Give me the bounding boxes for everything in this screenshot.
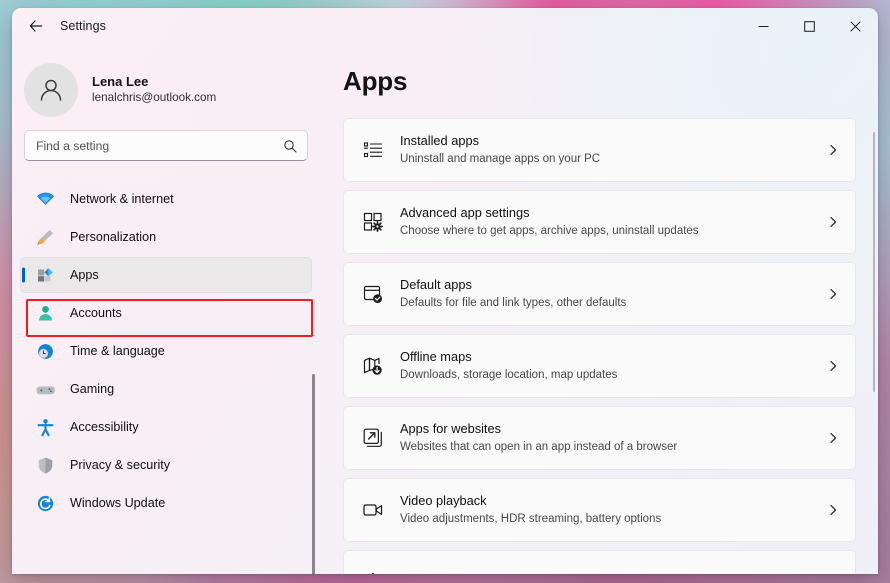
card-advanced-app-settings[interactable]: Advanced app settings Choose where to ge… (343, 190, 856, 254)
sidebar-item-label: Accessibility (70, 420, 139, 434)
apps-icon (34, 265, 56, 285)
time-language-clock-icon (34, 341, 56, 361)
card-apps-for-websites[interactable]: Apps for websites Websites that can open… (343, 406, 856, 470)
sidebar-item-label: Gaming (70, 382, 115, 396)
minimize-button[interactable] (740, 8, 786, 44)
network-wifi-icon (34, 189, 56, 209)
card-subtitle: Websites that can open in an app instead… (400, 440, 678, 453)
sidebar-item-personalization[interactable]: Personalization (20, 219, 312, 255)
page-title: Apps (343, 66, 408, 96)
sidebar-item-apps[interactable]: Apps (20, 257, 312, 293)
sidebar-item-label: Time & language (70, 344, 165, 358)
avatar (24, 63, 78, 117)
sidebar: Lena Lee lenalchris@outlook.com Find a s… (12, 44, 320, 574)
card-subtitle: Downloads, storage location, map updates (400, 368, 618, 381)
window-title: Settings (60, 19, 106, 33)
sidebar-item-network-internet[interactable]: Network & internet (20, 181, 312, 217)
video-playback-camera-icon (360, 497, 386, 523)
main-content: Apps Installed apps Uninstall and manage… (320, 44, 878, 574)
search-icon[interactable] (280, 136, 300, 156)
search-container (12, 114, 320, 161)
sidebar-scrollbar[interactable] (312, 374, 315, 574)
person-avatar-icon (40, 79, 62, 101)
card-title: Installed apps (400, 133, 479, 149)
sidebar-item-label: Apps (70, 268, 99, 282)
chevron-right-icon[interactable] (827, 216, 839, 228)
advanced-app-settings-gear-icon (360, 209, 386, 235)
card-title: Video playback (400, 493, 487, 509)
chevron-right-icon[interactable] (827, 144, 839, 156)
card-subtitle: Uninstall and manage apps on your PC (400, 152, 601, 165)
gaming-controller-icon (34, 379, 56, 399)
profile-email: lenalchris@outlook.com (92, 91, 217, 105)
maximize-button[interactable] (786, 8, 832, 44)
maximize-icon (803, 20, 815, 32)
sidebar-item-label: Privacy & security (70, 458, 171, 472)
settings-window: Settings Lena Lee lenalchris@outlook.com… (12, 8, 878, 574)
card-default-apps[interactable]: Default apps Defaults for file and link … (343, 262, 856, 326)
card-video-playback[interactable]: Video playback Video adjustments, HDR st… (343, 478, 856, 542)
chevron-right-icon[interactable] (827, 360, 839, 372)
personalization-brush-icon (34, 227, 56, 247)
sidebar-item-gaming[interactable]: Gaming (20, 371, 312, 407)
accounts-person-icon (34, 303, 56, 323)
card-installed-apps[interactable]: Installed apps Uninstall and manage apps… (343, 118, 856, 182)
sidebar-item-label: Network & internet (70, 192, 174, 206)
apps-for-websites-external-link-icon (360, 425, 386, 451)
privacy-shield-icon (34, 455, 56, 475)
windows-update-refresh-icon (34, 493, 56, 513)
minimize-icon (758, 25, 768, 27)
navigation-list-viewport: Bluetooth & devices Network & internet (12, 171, 320, 571)
sidebar-item-label: Accounts (70, 306, 122, 320)
card-offline-maps[interactable]: Offline maps Downloads, storage location… (343, 334, 856, 398)
offline-maps-download-icon (360, 353, 386, 379)
chevron-right-icon[interactable] (827, 504, 839, 516)
sidebar-item-label: Windows Update (70, 496, 166, 510)
sidebar-item-privacy-security[interactable]: Privacy & security (20, 447, 312, 483)
installed-apps-list-icon (360, 137, 386, 163)
user-profile[interactable]: Lena Lee lenalchris@outlook.com (12, 44, 320, 117)
sidebar-item-label: Personalization (70, 230, 157, 244)
sidebar-item-bluetooth-devices[interactable]: Bluetooth & devices (20, 171, 312, 179)
window-controls (740, 8, 878, 44)
chevron-right-icon[interactable] (827, 288, 839, 300)
card-subtitle: Defaults for file and link types, other … (400, 296, 627, 309)
close-button[interactable] (832, 8, 878, 44)
back-arrow-icon (29, 20, 43, 32)
main-scrollbar[interactable] (872, 132, 875, 392)
startup-icon (360, 569, 386, 574)
title-bar: Settings (12, 8, 878, 44)
desktop-wallpaper: Settings Lena Lee lenalchris@outlook.com… (0, 0, 890, 583)
card-subtitle: Video adjustments, HDR streaming, batter… (400, 512, 662, 525)
card-subtitle: Choose where to get apps, archive apps, … (400, 224, 699, 237)
accessibility-person-icon (34, 417, 56, 437)
sidebar-item-accounts[interactable]: Accounts (20, 295, 312, 331)
sidebar-item-time-language[interactable]: Time & language (20, 333, 312, 369)
card-title: Default apps (400, 277, 472, 293)
card-title: Offline maps (400, 349, 472, 365)
settings-card-list: Installed apps Uninstall and manage apps… (320, 97, 878, 574)
sidebar-item-accessibility[interactable]: Accessibility (20, 409, 312, 445)
default-apps-check-icon (360, 281, 386, 307)
close-icon (849, 20, 861, 32)
chevron-right-icon[interactable] (827, 432, 839, 444)
card-startup[interactable]: Startup (343, 550, 856, 574)
profile-name: Lena Lee (92, 74, 149, 90)
search-box[interactable] (24, 130, 308, 161)
card-title: Startup (400, 573, 441, 574)
sidebar-item-windows-update[interactable]: Windows Update (20, 485, 312, 521)
card-title: Advanced app settings (400, 205, 530, 221)
navigation-list: Bluetooth & devices Network & internet (12, 171, 320, 523)
back-button[interactable] (21, 11, 51, 41)
card-title: Apps for websites (400, 421, 502, 437)
search-input[interactable] (25, 131, 307, 160)
